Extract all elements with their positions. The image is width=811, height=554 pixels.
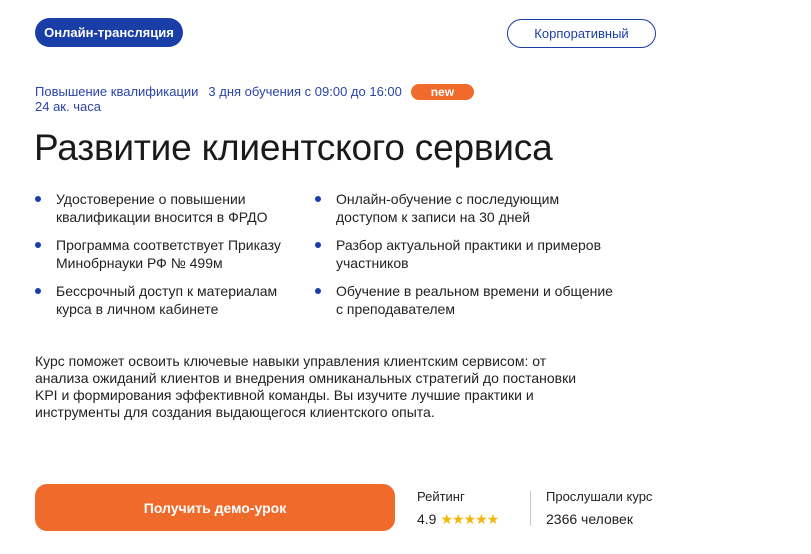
bullet-icon [35, 242, 41, 248]
bullet-icon [315, 288, 321, 294]
features-list: Удостоверение о повышении квалификации в… [35, 190, 635, 328]
features-left-column: Удостоверение о повышении квалификации в… [35, 190, 315, 328]
bullet-icon [35, 288, 41, 294]
list-item: Удостоверение о повышении квалификации в… [35, 190, 315, 226]
bullet-icon [35, 196, 41, 202]
course-hours: 24 ак. часа [35, 99, 101, 114]
listeners-label: Прослушали курс [546, 489, 653, 504]
list-item: Бессрочный доступ к материалам курса в л… [35, 282, 315, 318]
rating-value-row: 4.9 ★ ★ ★ ★ ★ [417, 510, 527, 528]
new-badge: new [410, 84, 474, 100]
course-card: Онлайн-трансляция Корпоративный Повышени… [0, 0, 811, 554]
corporate-button[interactable]: Корпоративный [507, 19, 656, 48]
feature-text: Программа соответствует Приказу Минобрна… [56, 237, 281, 271]
star-icon: ★ [440, 511, 453, 527]
course-description: Курс поможет освоить ключевые навыки упр… [35, 353, 577, 420]
online-broadcast-badge[interactable]: Онлайн-трансляция [35, 18, 183, 47]
rating-stars: ★ ★ ★ ★ ★ [440, 511, 500, 527]
rating-label: Рейтинг [417, 489, 465, 504]
course-schedule: 3 дня обучения с 09:00 до 16:00 [208, 84, 402, 99]
list-item: Разбор актуальной практики и примеров уч… [315, 236, 615, 272]
listeners-block: Прослушали курс 2366 человек [546, 489, 696, 528]
feature-text: Онлайн-обучение с последующим доступом к… [336, 191, 560, 225]
course-meta: Повышение квалификации 3 дня обучения с … [35, 84, 474, 114]
feature-text: Обучение в реальном времени и общение с … [336, 283, 613, 317]
feature-text: Разбор актуальной практики и примеров уч… [336, 237, 602, 271]
features-right-column: Онлайн-обучение с последующим доступом к… [315, 190, 615, 328]
bullet-icon [315, 196, 321, 202]
listeners-value: 2366 человек [546, 511, 633, 527]
stats-divider [530, 491, 531, 526]
feature-text: Бессрочный доступ к материалам курса в л… [56, 283, 278, 317]
bullet-icon [315, 242, 321, 248]
rating-block: Рейтинг 4.9 ★ ★ ★ ★ ★ [417, 489, 527, 528]
star-icon: ★ [452, 511, 465, 527]
list-item: Программа соответствует Приказу Минобрна… [35, 236, 315, 272]
feature-text: Удостоверение о повышении квалификации в… [56, 191, 268, 225]
star-icon: ★ [475, 511, 488, 527]
rating-value: 4.9 [417, 511, 437, 527]
course-type: Повышение квалификации [35, 84, 199, 99]
page-title: Развитие клиентского сервиса [34, 127, 553, 168]
star-icon: ★ [463, 511, 477, 527]
get-demo-lesson-button[interactable]: Получить демо-урок [35, 484, 395, 531]
list-item: Онлайн-обучение с последующим доступом к… [315, 190, 615, 226]
star-icon: ★ [486, 511, 500, 527]
list-item: Обучение в реальном времени и общение с … [315, 282, 615, 318]
